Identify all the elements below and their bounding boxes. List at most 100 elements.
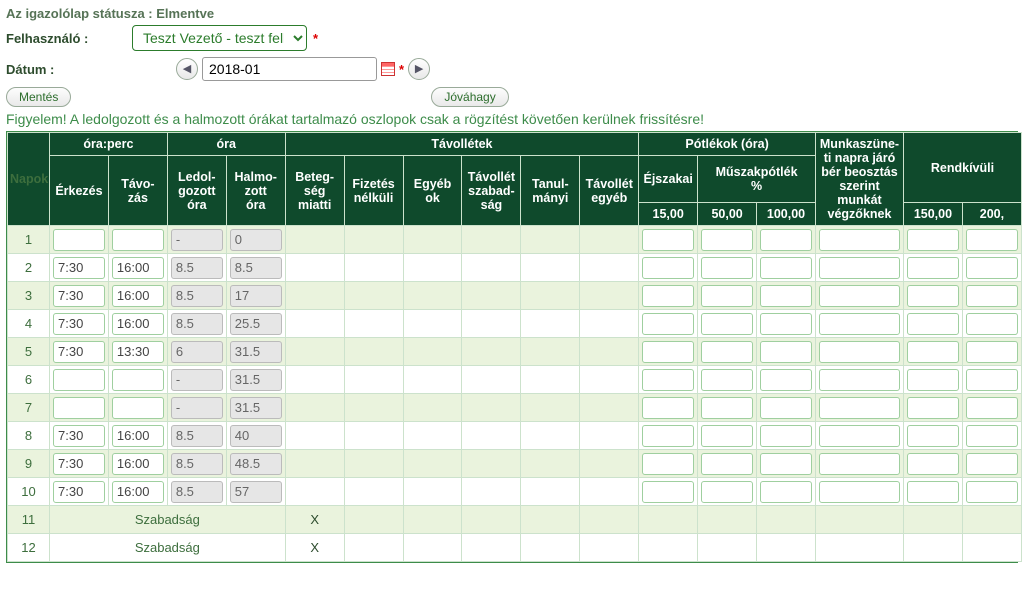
potlek-input[interactable] xyxy=(701,341,753,363)
rendkivuli-input[interactable] xyxy=(907,481,959,503)
potlek-input[interactable] xyxy=(701,453,753,475)
rendkivuli-input[interactable] xyxy=(966,257,1018,279)
rendkivuli-input[interactable] xyxy=(907,257,959,279)
munkaszunet-input[interactable] xyxy=(819,425,900,447)
potlek-input[interactable] xyxy=(760,229,812,251)
munkaszunet-input[interactable] xyxy=(819,369,900,391)
tavozas-input[interactable] xyxy=(112,453,164,475)
potlek-input[interactable] xyxy=(760,341,812,363)
table-row: 5 xyxy=(8,338,1022,366)
munkaszunet-input[interactable] xyxy=(819,397,900,419)
date-prev-button[interactable]: ◀ xyxy=(176,58,198,80)
absence-cell xyxy=(403,254,462,282)
date-next-button[interactable]: ▶ xyxy=(408,58,430,80)
munkaszunet-input[interactable] xyxy=(819,453,900,475)
erkezes-input[interactable] xyxy=(53,369,105,391)
rendkivuli-input[interactable] xyxy=(966,397,1018,419)
potlek-input[interactable] xyxy=(760,257,812,279)
potlek-input[interactable] xyxy=(701,229,753,251)
potlek-input[interactable] xyxy=(642,425,694,447)
absence-cell xyxy=(462,450,521,478)
rendkivuli-input[interactable] xyxy=(966,341,1018,363)
tavozas-input[interactable] xyxy=(112,341,164,363)
rendkivuli-input[interactable] xyxy=(966,229,1018,251)
rendkivuli-input[interactable] xyxy=(907,341,959,363)
potlek-input[interactable] xyxy=(760,453,812,475)
potlek-input[interactable] xyxy=(760,425,812,447)
potlek-input[interactable] xyxy=(760,481,812,503)
tavozas-input[interactable] xyxy=(112,257,164,279)
erkezes-input[interactable] xyxy=(53,397,105,419)
table-row: 10 xyxy=(8,478,1022,506)
rendkivuli-input[interactable] xyxy=(966,313,1018,335)
rendkivuli-input[interactable] xyxy=(907,453,959,475)
potlek-input[interactable] xyxy=(642,285,694,307)
rendkivuli-input[interactable] xyxy=(966,453,1018,475)
erkezes-input[interactable] xyxy=(53,229,105,251)
erkezes-input[interactable] xyxy=(53,285,105,307)
munkaszunet-input[interactable] xyxy=(819,341,900,363)
potlek-input[interactable] xyxy=(642,229,694,251)
rendkivuli-input[interactable] xyxy=(966,369,1018,391)
user-select[interactable]: Teszt Vezető - teszt felha xyxy=(132,25,307,51)
tavozas-input[interactable] xyxy=(112,481,164,503)
halmozott-input xyxy=(230,425,282,447)
potlek-input[interactable] xyxy=(701,369,753,391)
calendar-icon[interactable] xyxy=(381,62,395,76)
potlek-input[interactable] xyxy=(760,285,812,307)
potlek-input[interactable] xyxy=(701,285,753,307)
h-oraperc: óra:perc xyxy=(50,133,168,156)
approve-button[interactable]: Jóváhagy xyxy=(431,87,508,107)
potlek-input[interactable] xyxy=(642,369,694,391)
tavozas-input[interactable] xyxy=(112,229,164,251)
rendkivuli-input[interactable] xyxy=(907,229,959,251)
empty-cell xyxy=(462,534,521,562)
absence-cell xyxy=(521,226,580,254)
tavozas-input[interactable] xyxy=(112,369,164,391)
save-button[interactable]: Mentés xyxy=(6,87,71,107)
potlek-input[interactable] xyxy=(701,481,753,503)
erkezes-input[interactable] xyxy=(53,313,105,335)
absence-cell xyxy=(285,282,344,310)
potlek-input[interactable] xyxy=(642,453,694,475)
munkaszunet-input[interactable] xyxy=(819,229,900,251)
rendkivuli-input[interactable] xyxy=(907,313,959,335)
tavozas-input[interactable] xyxy=(112,425,164,447)
rendkivuli-input[interactable] xyxy=(907,369,959,391)
potlek-input[interactable] xyxy=(642,481,694,503)
erkezes-input[interactable] xyxy=(53,257,105,279)
potlek-input[interactable] xyxy=(701,425,753,447)
absence-cell xyxy=(462,422,521,450)
potlek-input[interactable] xyxy=(642,257,694,279)
potlek-input[interactable] xyxy=(760,369,812,391)
date-input[interactable] xyxy=(202,57,377,81)
potlek-input[interactable] xyxy=(642,341,694,363)
erkezes-input[interactable] xyxy=(53,425,105,447)
tavozas-input[interactable] xyxy=(112,285,164,307)
munkaszunet-input[interactable] xyxy=(819,313,900,335)
potlek-input[interactable] xyxy=(642,313,694,335)
ledolgozott-input xyxy=(171,425,223,447)
potlek-input[interactable] xyxy=(701,257,753,279)
munkaszunet-input[interactable] xyxy=(819,285,900,307)
potlek-input[interactable] xyxy=(642,397,694,419)
beteg-cell: X xyxy=(285,534,344,562)
rendkivuli-input[interactable] xyxy=(907,397,959,419)
rendkivuli-input[interactable] xyxy=(966,481,1018,503)
erkezes-input[interactable] xyxy=(53,453,105,475)
potlek-input[interactable] xyxy=(760,397,812,419)
tavozas-input[interactable] xyxy=(112,397,164,419)
erkezes-input[interactable] xyxy=(53,481,105,503)
potlek-input[interactable] xyxy=(701,397,753,419)
munkaszunet-input[interactable] xyxy=(819,481,900,503)
absence-cell xyxy=(344,226,403,254)
rendkivuli-input[interactable] xyxy=(966,285,1018,307)
tavozas-input[interactable] xyxy=(112,313,164,335)
rendkivuli-input[interactable] xyxy=(907,425,959,447)
potlek-input[interactable] xyxy=(760,313,812,335)
rendkivuli-input[interactable] xyxy=(966,425,1018,447)
potlek-input[interactable] xyxy=(701,313,753,335)
erkezes-input[interactable] xyxy=(53,341,105,363)
rendkivuli-input[interactable] xyxy=(907,285,959,307)
munkaszunet-input[interactable] xyxy=(819,257,900,279)
